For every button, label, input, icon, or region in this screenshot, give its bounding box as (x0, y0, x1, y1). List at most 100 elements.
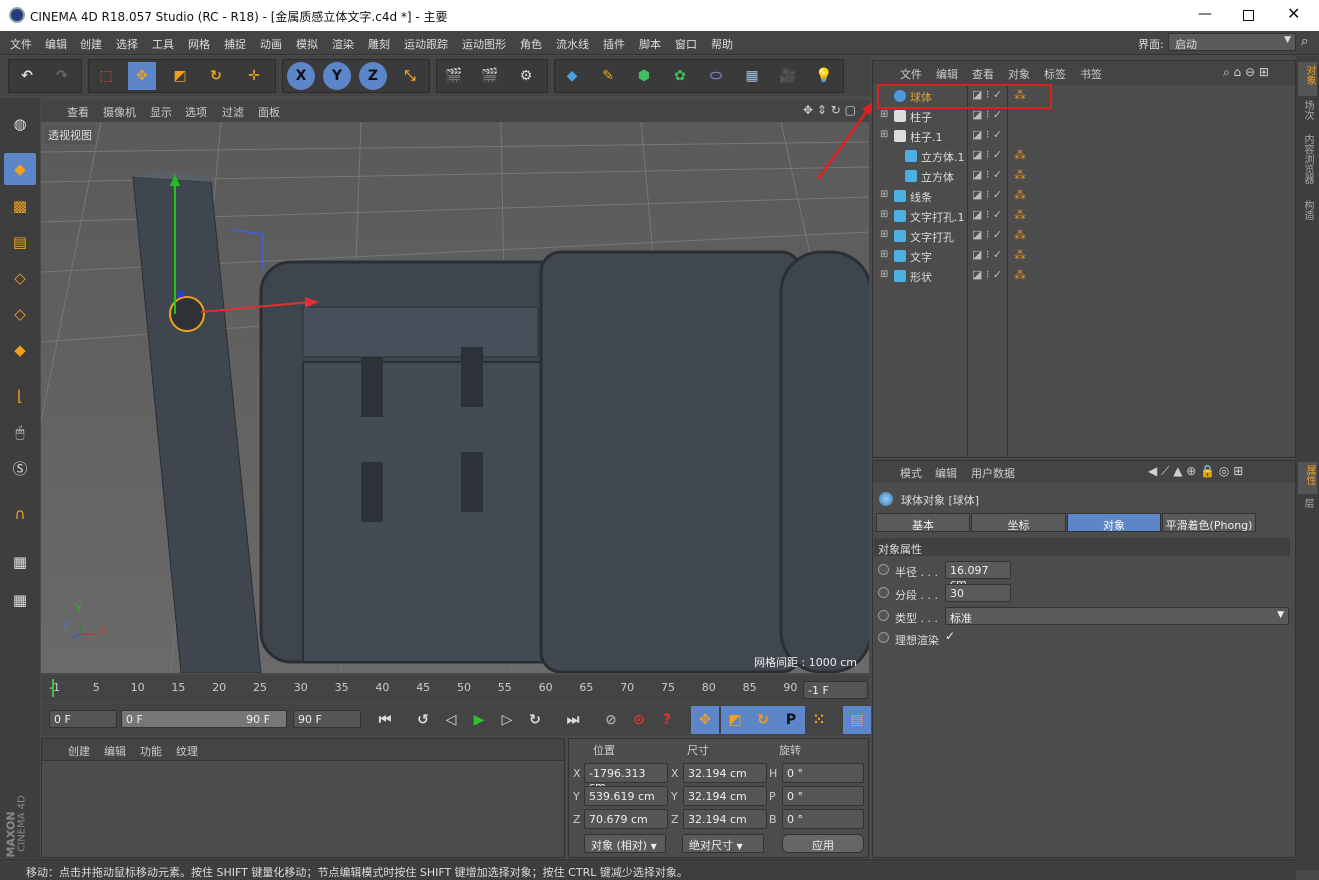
tab-object[interactable]: 对象 (1067, 513, 1161, 532)
visibility-toggle[interactable]: ◪ ⁝ ✓ (972, 128, 1002, 141)
mat-menu-function[interactable]: 功能 (140, 743, 162, 759)
menu-plugins[interactable]: 插件 (603, 36, 625, 52)
expand-icon[interactable]: ⊞ (880, 269, 888, 280)
position-field[interactable]: -1796.313 cm (584, 763, 668, 793)
live-select-icon[interactable]: ⬚ (92, 62, 120, 90)
menu-select[interactable]: 选择 (116, 36, 138, 52)
polygon-mode-icon[interactable]: ◆ (4, 334, 36, 366)
om-menu-edit[interactable]: 编辑 (936, 66, 958, 82)
render-radio[interactable] (878, 632, 889, 643)
object-row[interactable]: ⊞ 文字打孔.1 ◪ ⁝ ✓ ⁂ (874, 206, 1292, 226)
minimize-button[interactable]: — (1198, 6, 1212, 22)
coord-mode-select[interactable]: 对象 (相对) ▼ (584, 834, 666, 853)
timeline-window-icon[interactable]: ▤ (843, 706, 871, 734)
prev-frame-icon[interactable]: ◁ (437, 706, 465, 734)
prev-key-icon[interactable]: ↺ (409, 706, 437, 734)
z-axis-icon[interactable]: Z (359, 62, 387, 90)
tag-icon[interactable]: ⁂ (1014, 208, 1026, 222)
render-view-icon[interactable]: 🎬 (440, 62, 468, 90)
light-icon[interactable]: 💡 (810, 62, 838, 90)
viewport-menu-cameras[interactable]: 摄像机 (103, 104, 136, 120)
magnet-icon[interactable]: ∩ (4, 498, 36, 530)
tab-phong[interactable]: 平滑着色(Phong) (1162, 513, 1256, 532)
tab-attributes-vertical[interactable]: 属性 (1298, 462, 1317, 494)
om-menu-objects[interactable]: 对象 (1008, 66, 1030, 82)
end-frame-field[interactable]: -1 F (803, 681, 868, 699)
apply-button[interactable]: 应用 (782, 834, 864, 853)
viewport-menu-panel[interactable]: 面板 (258, 104, 280, 120)
workplane-mode-icon[interactable]: ▤ (4, 226, 36, 258)
record-icon[interactable]: ⊘ (597, 706, 625, 734)
menu-render[interactable]: 渲染 (332, 36, 354, 52)
menu-sculpt[interactable]: 雕刻 (368, 36, 390, 52)
max-frame-field[interactable]: 90 F (293, 710, 361, 728)
segments-radio[interactable] (878, 587, 889, 598)
next-key-icon[interactable]: ↻ (521, 706, 549, 734)
goto-end-icon[interactable]: ⏭ (559, 706, 587, 734)
menu-motion-track[interactable]: 运动跟踪 (404, 36, 448, 52)
key-position-icon[interactable]: ✥ (691, 706, 719, 734)
viewport-menu-view[interactable]: 查看 (67, 104, 89, 120)
om-menu-tags[interactable]: 标签 (1044, 66, 1066, 82)
visibility-toggle[interactable]: ◪ ⁝ ✓ (972, 268, 1002, 281)
attr-menu-mode[interactable]: 模式 (900, 465, 922, 481)
search-icon[interactable]: ⌕ (1301, 34, 1308, 49)
menu-file[interactable]: 文件 (10, 36, 32, 52)
rotation-field[interactable]: 0 ° (782, 786, 864, 806)
render-checkbox[interactable]: ✓ (945, 629, 955, 643)
menu-animate[interactable]: 动画 (260, 36, 282, 52)
tab-content-browser-vertical[interactable]: 内容浏览器 (1300, 134, 1315, 184)
menu-help[interactable]: 帮助 (711, 36, 733, 52)
render-settings-icon[interactable]: ⚙ (512, 62, 540, 90)
autokey-icon[interactable]: ⊙ (625, 706, 653, 734)
undo-icon[interactable]: ↶ (13, 62, 41, 90)
menu-mesh[interactable]: 网格 (188, 36, 210, 52)
menu-script[interactable]: 脚本 (639, 36, 661, 52)
size-field[interactable]: 32.194 cm (683, 809, 767, 829)
axis-mode-icon[interactable]: ⌊ (4, 380, 36, 412)
close-button[interactable]: ✕ (1287, 4, 1300, 23)
viewport-menu-options[interactable]: 选项 (185, 104, 207, 120)
object-row[interactable]: 立方体.1 ◪ ⁝ ✓ ⁂ (874, 146, 1292, 166)
pen-icon[interactable]: ✎ (594, 62, 622, 90)
point-mode-icon[interactable]: ◇ (4, 262, 36, 294)
viewport-menu-display[interactable]: 显示 (150, 104, 172, 120)
object-row[interactable]: ⊞ 柱子.1 ◪ ⁝ ✓ (874, 126, 1292, 146)
tab-coord[interactable]: 坐标 (971, 513, 1066, 532)
lock-workplane-icon[interactable]: ▦ (4, 546, 36, 578)
visibility-toggle[interactable]: ◪ ⁝ ✓ (972, 228, 1002, 241)
tab-basic[interactable]: 基本 (876, 513, 970, 532)
rotate-icon[interactable]: ↻ (202, 62, 230, 90)
next-frame-icon[interactable]: ▷ (493, 706, 521, 734)
object-row[interactable]: ⊞ 文字打孔 ◪ ⁝ ✓ ⁂ (874, 226, 1292, 246)
attr-nav-icons[interactable]: ◀ ⟋ ▲ ⊕ 🔒 ◎ ⊞ (1148, 464, 1243, 479)
visibility-toggle[interactable]: ◪ ⁝ ✓ (972, 108, 1002, 121)
expand-icon[interactable]: ⊞ (880, 229, 888, 240)
menu-tools[interactable]: 工具 (152, 36, 174, 52)
viewport[interactable]: 透视视图 网格间距 : 1000 cm Y Z X (41, 122, 869, 673)
camera-icon[interactable]: 🎥 (774, 62, 802, 90)
size-field[interactable]: 32.194 cm (683, 786, 767, 806)
om-menu-view[interactable]: 查看 (972, 66, 994, 82)
maximize-button[interactable] (1243, 10, 1254, 21)
tab-layers-vertical[interactable]: 层 (1300, 498, 1315, 508)
cube-icon[interactable]: ◆ (558, 62, 586, 90)
object-row[interactable]: 立方体 ◪ ⁝ ✓ ⁂ (874, 166, 1292, 186)
visibility-toggle[interactable]: ◪ ⁝ ✓ (972, 248, 1002, 261)
x-axis-icon[interactable]: X (287, 62, 315, 90)
range-slider[interactable]: 0 F 90 F (121, 710, 287, 728)
object-row[interactable]: ⊞ 文字 ◪ ⁝ ✓ ⁂ (874, 246, 1292, 266)
tweak-icon[interactable]: 🖱 (4, 416, 36, 448)
keyframe-help-icon[interactable]: ? (653, 706, 681, 734)
type-radio[interactable] (878, 610, 889, 621)
om-menu-file[interactable]: 文件 (900, 66, 922, 82)
tag-icon[interactable]: ⁂ (1014, 268, 1026, 282)
tab-structure-vertical[interactable]: 构造 (1300, 200, 1315, 220)
object-row[interactable]: ⊞ 线条 ◪ ⁝ ✓ ⁂ (874, 186, 1292, 206)
mat-menu-edit[interactable]: 编辑 (104, 743, 126, 759)
expand-icon[interactable]: ⊞ (880, 129, 888, 140)
visibility-toggle[interactable]: ◪ ⁝ ✓ (972, 148, 1002, 161)
scale-icon[interactable]: ◩ (166, 62, 194, 90)
menu-create[interactable]: 创建 (80, 36, 102, 52)
start-frame-field[interactable]: 0 F (49, 710, 117, 728)
